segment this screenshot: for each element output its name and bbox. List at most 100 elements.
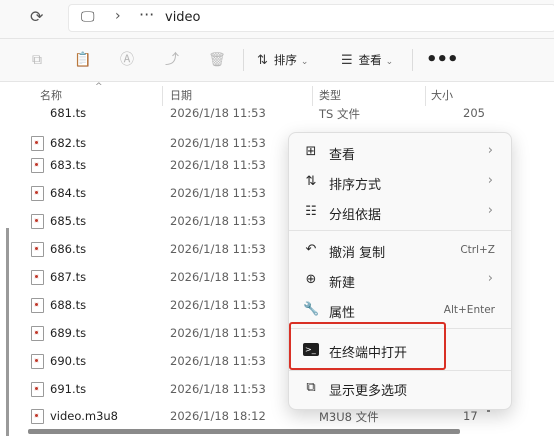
video-file-icon bbox=[31, 214, 44, 229]
column-size[interactable]: 大小 bbox=[431, 87, 453, 103]
delete-icon[interactable]: 🗑 bbox=[208, 51, 226, 69]
rename-icon[interactable]: Ⓐ bbox=[118, 51, 136, 69]
file-date: 2026/1/18 18:12 bbox=[170, 409, 266, 423]
file-name: 686.ts bbox=[50, 242, 87, 256]
grid-icon: ⊞ bbox=[305, 144, 317, 159]
file-name: 681.ts bbox=[50, 106, 87, 120]
chevron-down-icon: ⌄ bbox=[300, 57, 309, 67]
file-date: 2026/1/18 11:53 bbox=[170, 158, 266, 172]
file-name: 689.ts bbox=[50, 326, 87, 340]
chevron-right-icon: › bbox=[487, 271, 493, 286]
column-date[interactable]: 日期 bbox=[170, 87, 192, 103]
column-divider[interactable] bbox=[425, 86, 426, 106]
file-name: 684.ts bbox=[50, 186, 87, 200]
menu-item-shortcut: Alt+Enter bbox=[443, 304, 495, 316]
file-date: 2026/1/18 11:53 bbox=[170, 270, 266, 284]
menu-item-shortcut: Ctrl+Z bbox=[460, 244, 495, 256]
video-file-icon bbox=[31, 242, 44, 257]
undo-icon: ↶ bbox=[305, 242, 317, 257]
file-date: 2026/1/18 11:53 bbox=[170, 186, 266, 200]
chevron-down-icon: ⌄ bbox=[385, 57, 394, 67]
menu-item-label: 撤消 复制 bbox=[329, 246, 386, 261]
file-name: 691.ts bbox=[50, 382, 87, 396]
breadcrumb-overflow[interactable]: ··· bbox=[139, 5, 154, 24]
file-date: 2026/1/18 11:53 bbox=[170, 326, 266, 340]
column-divider[interactable] bbox=[162, 86, 163, 106]
file-name: 683.ts bbox=[50, 158, 87, 172]
file-name: 688.ts bbox=[50, 298, 87, 312]
view-icon: ☰ bbox=[341, 53, 353, 68]
sort-ascending-icon: ^ bbox=[95, 82, 103, 92]
video-file-icon bbox=[31, 382, 44, 397]
menu-item-label: 属性 bbox=[329, 306, 356, 321]
view-button[interactable]: ☰ 查看 ⌄ bbox=[341, 50, 393, 70]
more-options-button[interactable]: ••• bbox=[426, 49, 459, 70]
file-type: TS 文件 bbox=[319, 107, 360, 121]
toolbar-divider bbox=[243, 49, 244, 71]
file-name: 682.ts bbox=[50, 136, 87, 150]
column-name[interactable]: 名称 bbox=[40, 87, 62, 103]
column-divider[interactable] bbox=[312, 86, 313, 106]
menu-item-sort-by[interactable]: ⇅ 排序方式 › bbox=[293, 168, 507, 196]
video-file-icon bbox=[31, 270, 44, 285]
menu-item-label: 分组依据 bbox=[329, 208, 382, 223]
view-label: 查看 bbox=[358, 53, 382, 67]
file-date: 2026/1/18 11:53 bbox=[170, 242, 266, 256]
highlight-box bbox=[289, 322, 446, 370]
menu-item-view[interactable]: ⊞ 查看 › bbox=[293, 138, 507, 166]
video-file-icon bbox=[31, 298, 44, 313]
menu-separator bbox=[289, 230, 511, 231]
menu-item-label: 查看 bbox=[329, 148, 356, 163]
file-name: 687.ts bbox=[50, 270, 87, 284]
file-date: 2026/1/18 11:53 bbox=[170, 298, 266, 312]
open-external-icon: ⧉ bbox=[306, 380, 316, 395]
toolbar-divider bbox=[412, 49, 413, 71]
menu-separator bbox=[289, 370, 511, 371]
sort-label: 排序 bbox=[273, 53, 297, 67]
video-file-icon bbox=[31, 186, 44, 201]
chevron-right-icon: › bbox=[487, 143, 493, 158]
menu-item-undo-copy[interactable]: ↶ 撤消 复制 Ctrl+Z bbox=[293, 236, 507, 264]
file-name: 690.ts bbox=[50, 354, 87, 368]
share-icon[interactable]: ⤴ bbox=[163, 51, 181, 69]
file-date: 2026/1/18 11:53 bbox=[170, 136, 266, 150]
file-date: 2026/1/18 11:53 bbox=[170, 354, 266, 368]
video-file-icon bbox=[31, 136, 44, 151]
horizontal-scrollbar[interactable] bbox=[28, 429, 460, 434]
file-size: 17 bbox=[463, 409, 478, 423]
menu-item-label: 排序方式 bbox=[329, 178, 382, 193]
menu-item-properties[interactable]: 🔧 属性 Alt+Enter bbox=[293, 296, 507, 324]
monitor-icon[interactable]: 🖵 bbox=[81, 9, 95, 25]
paste-icon[interactable]: 📋 bbox=[74, 51, 92, 69]
chevron-right-icon[interactable]: › bbox=[115, 8, 121, 24]
group-icon: ☷ bbox=[305, 204, 317, 219]
file-name: video.m3u8 bbox=[50, 409, 118, 423]
file-type: M3U8 文件 bbox=[319, 410, 379, 424]
plus-circle-icon: ⊕ bbox=[305, 272, 317, 287]
address-bar: ⟳ 🖵 › ··· video bbox=[0, 0, 554, 39]
sort-button[interactable]: ⇅ 排序 ⌄ bbox=[257, 50, 308, 70]
copy-icon[interactable]: ⧉ bbox=[28, 51, 46, 69]
sort-icon: ⇅ bbox=[305, 174, 317, 189]
playlist-file-icon bbox=[31, 409, 44, 424]
menu-item-group-by[interactable]: ☷ 分组依据 › bbox=[293, 198, 507, 226]
column-type[interactable]: 类型 bbox=[319, 87, 341, 103]
menu-item-label: 新建 bbox=[329, 276, 356, 291]
menu-item-show-more-options[interactable]: ⧉ 显示更多选项 bbox=[293, 374, 507, 402]
video-file-icon bbox=[31, 326, 44, 341]
menu-item-new[interactable]: ⊕ 新建 › bbox=[293, 266, 507, 294]
navigation-pane-edge bbox=[6, 228, 9, 436]
file-date: 2026/1/18 11:53 bbox=[170, 382, 266, 396]
file-date: 2026/1/18 11:53 bbox=[170, 214, 266, 228]
sort-icon: ⇅ bbox=[257, 53, 268, 68]
file-size: 205 bbox=[463, 106, 485, 120]
menu-item-label: 显示更多选项 bbox=[329, 384, 408, 399]
refresh-icon[interactable]: ⟳ bbox=[30, 7, 50, 27]
video-file-icon bbox=[31, 158, 44, 173]
chevron-right-icon: › bbox=[487, 173, 493, 188]
file-date: 2026/1/18 11:53 bbox=[170, 106, 266, 120]
breadcrumb[interactable]: 🖵 › ··· video bbox=[68, 4, 554, 32]
file-name: 685.ts bbox=[50, 214, 87, 228]
breadcrumb-current[interactable]: video bbox=[165, 10, 201, 25]
wrench-icon: 🔧 bbox=[303, 302, 320, 317]
